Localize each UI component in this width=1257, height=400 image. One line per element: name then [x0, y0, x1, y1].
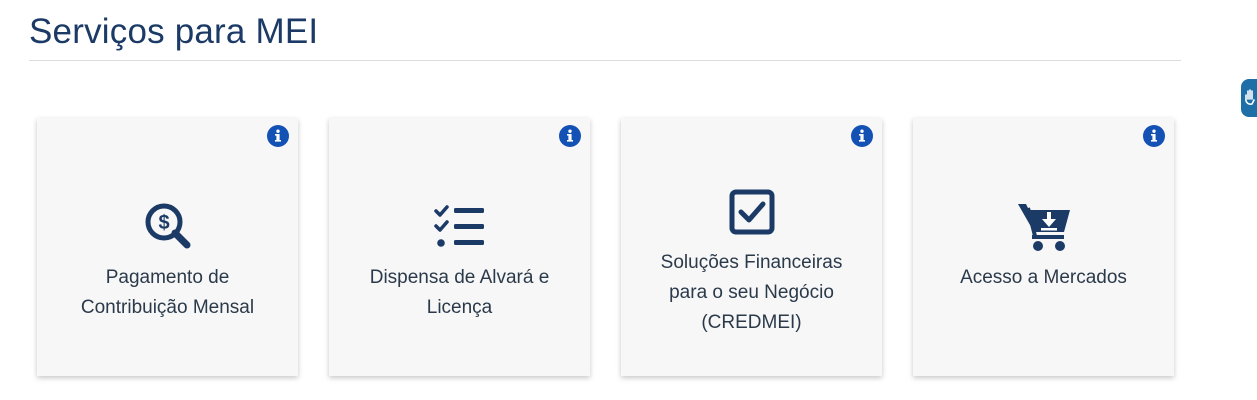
card-label: Acesso a Mercados [923, 263, 1164, 293]
card-label-line: para o seu Negócio [669, 282, 834, 303]
shopping-cart-download-icon [1016, 198, 1072, 254]
checkbox-checked-icon [724, 184, 780, 240]
page: Serviços para MEI $ Pagamento de Contrib… [0, 0, 1257, 400]
info-icon[interactable] [559, 125, 581, 147]
service-card-pagamento[interactable]: $ Pagamento de Contribuição Mensal [37, 118, 298, 376]
card-label-line: Dispensa de Alvará e [369, 267, 550, 288]
dollar-search-icon: $ [140, 198, 196, 254]
info-icon[interactable] [851, 125, 873, 147]
checklist-icon [432, 200, 488, 256]
service-card-alvara[interactable]: Dispensa de Alvará e Licença [329, 118, 590, 376]
card-label-line: Licença [426, 297, 493, 318]
accessibility-side-tab[interactable] [1241, 79, 1257, 117]
service-card-mercados[interactable]: Acesso a Mercados [913, 118, 1174, 376]
card-label-line: Soluções Financeiras [660, 252, 843, 273]
hand-sign-language-icon [1241, 79, 1257, 117]
page-title: Serviços para MEI [29, 12, 319, 51]
card-label: Pagamento de Contribuição Mensal [47, 263, 288, 323]
card-label-line: (CREDMEI) [701, 312, 802, 333]
card-label-line: Contribuição Mensal [80, 297, 255, 318]
title-divider [29, 60, 1181, 61]
card-label: Dispensa de Alvará e Licença [339, 263, 580, 323]
card-label: Soluções Financeiras para o seu Negócio … [631, 248, 872, 338]
card-label-line: Pagamento de [105, 267, 230, 288]
service-card-credmei[interactable]: Soluções Financeiras para o seu Negócio … [621, 118, 882, 376]
svg-text:$: $ [158, 212, 169, 234]
info-icon[interactable] [1143, 125, 1165, 147]
card-label-line: Acesso a Mercados [960, 267, 1127, 288]
info-icon[interactable] [267, 125, 289, 147]
